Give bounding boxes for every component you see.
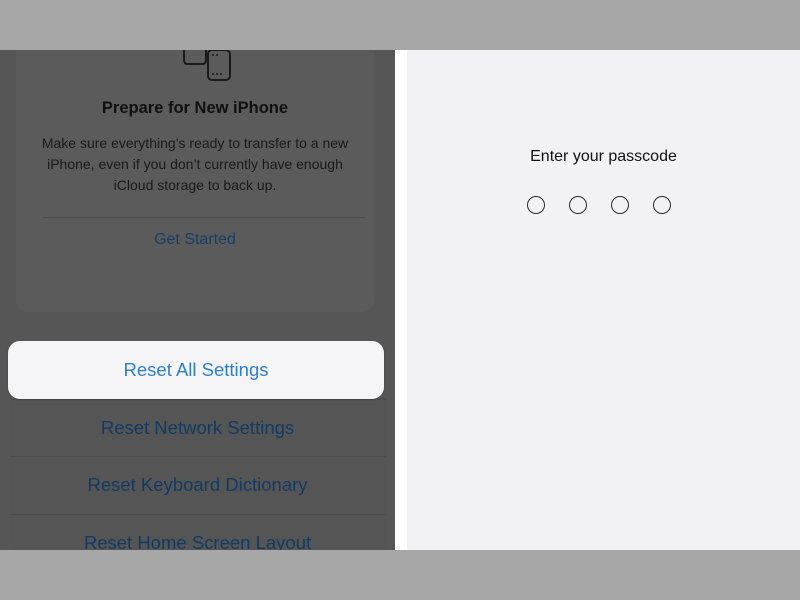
passcode-screen: Enter your passcode bbox=[407, 50, 800, 550]
reset-all-settings-button[interactable]: Reset All Settings bbox=[8, 341, 384, 399]
reset-network-settings-button[interactable]: Reset Network Settings bbox=[0, 399, 395, 456]
card-divider bbox=[42, 217, 366, 218]
reset-keyboard-dictionary-button[interactable]: Reset Keyboard Dictionary bbox=[0, 456, 395, 513]
passcode-dot bbox=[611, 196, 629, 214]
panel-separator bbox=[395, 50, 407, 550]
reset-home-screen-layout-button[interactable]: Reset Home Screen Layout bbox=[0, 514, 395, 551]
prepare-card-description: Make sure everything’s ready to transfer… bbox=[41, 135, 349, 193]
passcode-dots bbox=[527, 196, 671, 216]
passcode-prompt: Enter your passcode bbox=[530, 148, 677, 165]
passcode-dot bbox=[527, 196, 545, 214]
transfer-phones-icon bbox=[183, 50, 231, 81]
passcode-dot bbox=[569, 196, 587, 214]
prepare-new-iphone-card: Prepare for New iPhone Make sure everyth… bbox=[16, 50, 374, 312]
passcode-dot bbox=[653, 196, 671, 214]
get-started-link[interactable]: Get Started bbox=[16, 231, 374, 249]
settings-panel: Prepare for New iPhone Make sure everyth… bbox=[0, 50, 395, 550]
prepare-card-title: Prepare for New iPhone bbox=[101, 99, 289, 117]
